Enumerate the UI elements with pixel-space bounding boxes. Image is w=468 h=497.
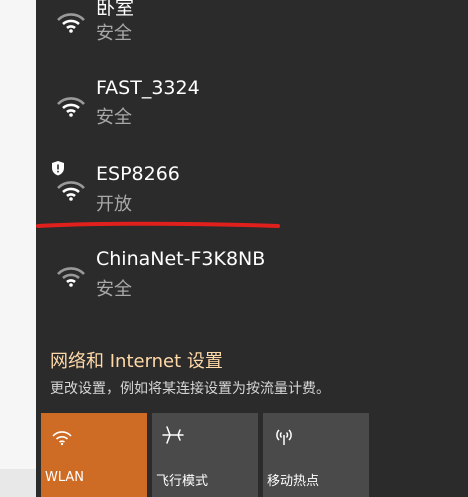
airplane-icon	[162, 426, 184, 444]
network-ssid: ESP8266	[96, 163, 180, 185]
network-ssid: ChinaNet-F3K8NB	[96, 248, 266, 270]
network-item-esp8266[interactable]: ESP8266 开放	[36, 154, 468, 224]
security-warning-shield-icon	[52, 161, 64, 176]
taskbar-fragment	[0, 469, 36, 497]
network-item-chinanet[interactable]: ChinaNet-F3K8NB 安全	[36, 240, 468, 310]
mobile-hotspot-tile[interactable]: 移动热点	[263, 413, 369, 497]
network-settings-link[interactable]: 网络和 Internet 设置	[50, 347, 223, 373]
network-ssid: FAST_3324	[96, 77, 200, 99]
network-item-fast3324[interactable]: FAST_3324 安全	[36, 70, 468, 140]
network-status: 安全	[96, 107, 132, 128]
network-status: 开放	[96, 194, 132, 215]
tile-label: 飞行模式	[156, 474, 209, 489]
tile-label: WLAN	[45, 470, 85, 485]
network-ssid: 卧室	[96, 0, 135, 19]
wifi-signal-icon	[57, 267, 85, 287]
wifi-signal-icon	[57, 13, 85, 33]
airplane-mode-tile[interactable]: 飞行模式	[152, 413, 258, 497]
tile-label: 移动热点	[267, 474, 320, 489]
hotspot-icon	[276, 429, 292, 445]
red-annotation-underline	[36, 221, 280, 228]
wlan-toggle-tile[interactable]: WLAN	[41, 413, 147, 497]
network-item-bedroom[interactable]: 卧室 安全	[36, 0, 468, 56]
background-window	[0, 0, 36, 497]
network-status: 安全	[96, 279, 132, 300]
wifi-icon	[52, 431, 72, 446]
network-status: 安全	[96, 23, 132, 44]
network-settings-description: 更改设置，例如将某连接设置为按流量计费。	[50, 381, 330, 397]
network-flyout: 卧室 安全 FAST_3324 安全 ESP8266 开放 ChinaNet-F…	[36, 0, 468, 497]
wifi-signal-icon	[57, 97, 85, 117]
